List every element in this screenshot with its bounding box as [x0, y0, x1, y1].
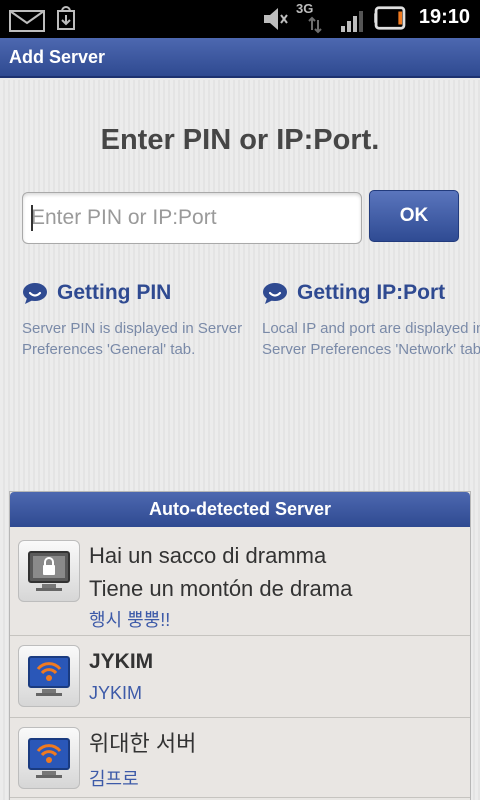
- getting-pin-help: Getting PIN Server PIN is displayed in S…: [22, 280, 242, 360]
- ok-button[interactable]: OK: [369, 190, 459, 242]
- page-title: Add Server: [9, 47, 106, 67]
- main-content: Enter PIN or IP:Port. OK Getting PIN Ser…: [0, 80, 480, 800]
- server-item[interactable]: 위대한 서버 김프로: [10, 718, 470, 798]
- server-name-line: Tiene un montón de drama: [89, 576, 353, 601]
- server-name: JYKIM: [89, 650, 154, 673]
- getting-ipport-description: Local IP and port are displayed in Serve…: [262, 320, 480, 358]
- server-item[interactable]: Hai un sacco di dramma Tiene un montón d…: [10, 527, 470, 636]
- mute-icon: [264, 8, 288, 30]
- wifi-monitor-icon: [28, 656, 70, 696]
- getting-pin-description: Server PIN is displayed in Server Prefer…: [22, 320, 243, 358]
- server-name: 위대한 서버: [89, 731, 197, 756]
- server-thumbnail: [18, 645, 80, 707]
- getting-pin-label: Getting PIN: [57, 281, 172, 304]
- network-type: 3G: [296, 1, 314, 16]
- chat-bubble-icon: [23, 283, 47, 304]
- text-cursor: [31, 205, 33, 231]
- server-subtitle: 행시 뿡뿡!!: [89, 610, 171, 630]
- server-subtitle: JYKIM: [89, 683, 143, 703]
- auto-detected-server-panel: Auto-detected Server Hai un sacco di dra…: [9, 491, 471, 800]
- title-bar: Add Server: [0, 38, 480, 78]
- network-indicator: 3G: [296, 0, 326, 36]
- status-bar: 3G 19:10: [0, 0, 480, 38]
- server-subtitle: 김프로: [89, 769, 139, 789]
- server-name: Hai un sacco di dramma Tiene un montón d…: [89, 539, 352, 605]
- getting-ipport-help: Getting IP:Port Local IP and port are di…: [262, 280, 480, 360]
- mail-icon: [9, 10, 45, 32]
- clock: 19:10: [418, 6, 470, 28]
- download-icon: [57, 6, 75, 30]
- panel-header: Auto-detected Server: [10, 492, 470, 527]
- signal-icon: [341, 11, 363, 32]
- server-item[interactable]: JYKIM JYKIM: [10, 636, 470, 718]
- lock-monitor-icon: [28, 551, 70, 591]
- server-name-line: Hai un sacco di dramma: [89, 543, 327, 568]
- getting-ipport-title: Getting IP:Port: [262, 280, 480, 306]
- wifi-monitor-icon: [28, 738, 70, 778]
- server-thumbnail: [18, 540, 80, 602]
- getting-ipport-label: Getting IP:Port: [297, 281, 446, 304]
- pin-ip-input[interactable]: [22, 192, 362, 244]
- data-arrows-icon: [308, 16, 322, 34]
- instruction-heading: Enter PIN or IP:Port.: [100, 124, 380, 156]
- getting-pin-title: Getting PIN: [22, 280, 242, 306]
- chat-bubble-icon: [263, 283, 287, 304]
- battery-icon: [374, 6, 406, 30]
- server-thumbnail: [18, 727, 80, 789]
